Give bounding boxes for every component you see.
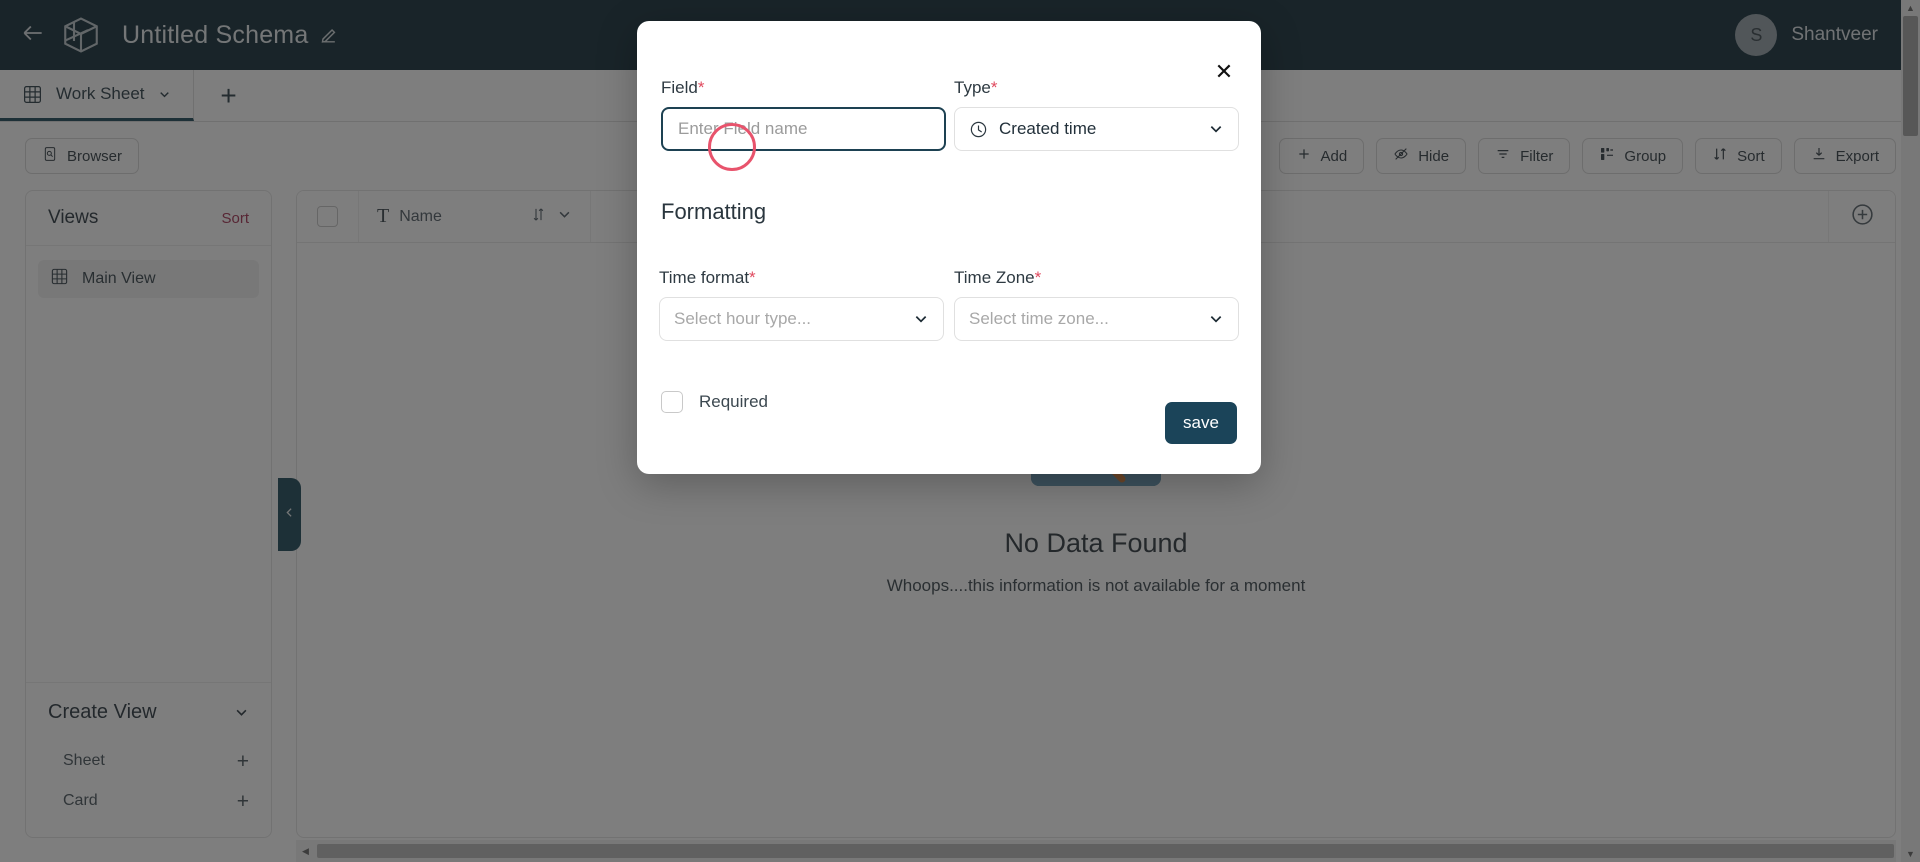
required-checkbox[interactable] [661,391,683,413]
chevron-down-icon[interactable] [913,311,929,327]
field-type-select[interactable]: Created time [954,107,1239,151]
field-type-group: Type* Created time [954,78,1239,151]
time-zone-select[interactable]: Select time zone... [954,297,1239,341]
chevron-down-icon[interactable] [1208,311,1224,327]
time-format-select[interactable]: Select hour type... [659,297,944,341]
save-button[interactable]: save [1165,402,1237,444]
app-root: Untitled Schema S Shantveer Work Sheet [0,0,1920,862]
field-type-value: Created time [999,119,1097,138]
required-label: Required [699,392,768,411]
add-field-modal: ✕ Field* Type* Created time [637,21,1261,474]
field-name-label: Field* [661,78,705,97]
time-zone-label: Time Zone* [954,268,1042,287]
time-format-placeholder: Select hour type... [674,309,812,328]
time-format-group: Time format* Select hour type... [659,268,944,341]
time-zone-placeholder: Select time zone... [969,309,1109,328]
field-name-group: Field* [661,78,946,151]
field-type-label: Type* [954,78,998,97]
field-name-input[interactable] [661,107,946,151]
required-row: Required [661,391,768,413]
chevron-down-icon[interactable] [1208,121,1224,137]
formatting-section-title: Formatting [661,199,767,224]
clock-icon [969,120,988,139]
time-format-label: Time format* [659,268,756,287]
time-zone-group: Time Zone* Select time zone... [954,268,1239,341]
